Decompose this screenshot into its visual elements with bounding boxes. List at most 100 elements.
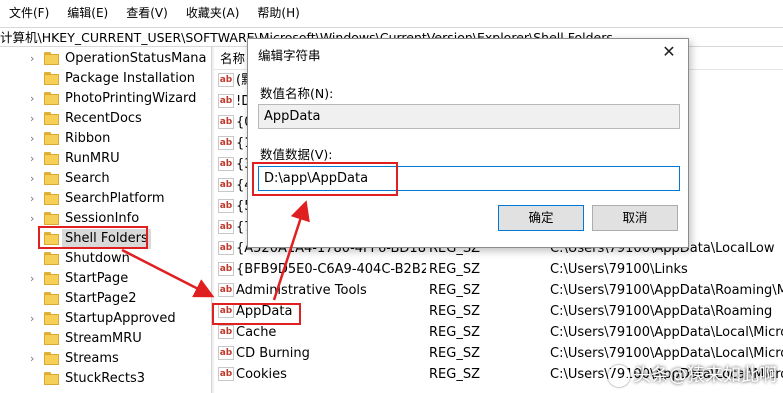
menu-bar: 文件(F) 编辑(E) 查看(V) 收藏夹(A) 帮助(H) (0, 0, 783, 27)
string-value-icon: ab (218, 304, 234, 318)
menu-file[interactable]: 文件(F) (0, 0, 58, 27)
tree-item[interactable]: Shutdown (0, 249, 211, 269)
tree-item[interactable]: › SearchPlatform (0, 189, 211, 209)
value-name: Administrative Tools (236, 283, 367, 298)
value-name: Cache (236, 325, 277, 340)
tree-item[interactable]: › PhotoPrintingWizard (0, 89, 211, 109)
string-value-icon: ab (218, 136, 234, 150)
tree-item-label: Package Installation (65, 71, 196, 86)
folder-icon (44, 132, 59, 145)
menu-edit[interactable]: 编辑(E) (58, 0, 117, 27)
string-value-icon: ab (218, 346, 234, 360)
tree-item[interactable]: › StartPage (0, 269, 211, 289)
tree-item-label: OperationStatusMana (65, 51, 207, 66)
watermark-text: 头条@猿来如此啊 (633, 365, 777, 386)
chevron-right-icon[interactable]: › (30, 273, 40, 285)
folder-icon (44, 152, 59, 165)
folder-icon (44, 352, 59, 365)
value-data: C:\Users\79100\AppData\Local\Microso (550, 325, 783, 340)
ok-button[interactable]: 确定 (498, 205, 584, 231)
list-row[interactable]: ab AppData REG_SZ C:\Users\79100\AppData\Ro… (214, 301, 783, 322)
chevron-right-icon[interactable]: › (30, 193, 40, 205)
value-name: {BFB9D5E0-C6A9-404C-B2B2-... (236, 262, 426, 277)
chevron-right-icon[interactable]: › (30, 153, 40, 165)
chevron-right-icon[interactable]: › (30, 353, 40, 365)
tree-item-label: StartPage2 (65, 291, 137, 306)
tree-item[interactable]: Shell Folders (0, 229, 211, 249)
chevron-right-icon[interactable]: › (30, 313, 40, 325)
watermark-logo-icon (608, 365, 630, 387)
string-value-icon: ab (218, 325, 234, 339)
value-name: CD Burning (236, 346, 310, 361)
folder-icon (44, 192, 59, 205)
tree-item-label: Streams (65, 351, 119, 366)
string-value-icon: ab (218, 199, 234, 213)
folder-icon (44, 232, 59, 245)
menu-view[interactable]: 查看(V) (117, 0, 177, 27)
value-data-label: 数值数据(V): (260, 147, 333, 162)
tree-item[interactable]: › RecentDocs (0, 109, 211, 129)
list-row[interactable]: ab Cache REG_SZ C:\Users\79100\AppData\Loca… (214, 322, 783, 343)
edit-string-dialog: 编辑字符串 ✕ 数值名称(N): AppData 数值数据(V): D:\app… (247, 38, 689, 248)
tree-item[interactable]: › SessionInfo (0, 209, 211, 229)
column-header-name[interactable]: 名称 (220, 47, 245, 70)
value-data: C:\Users\79100\Links (550, 262, 688, 277)
folder-icon (44, 372, 59, 385)
folder-icon (44, 252, 59, 265)
tree-item-label: SearchPlatform (65, 191, 165, 206)
tree-item-label: Ribbon (65, 131, 111, 146)
registry-tree: › OperationStatusMana Package Installation… (0, 47, 211, 393)
value-type: REG_SZ (429, 346, 480, 361)
string-value-icon: ab (218, 241, 234, 255)
close-icon[interactable]: ✕ (658, 41, 680, 63)
tree-item[interactable]: StreamMRU (0, 329, 211, 349)
value-data: C:\Users\79100\AppData\Roaming\Micr (550, 283, 783, 298)
value-data-input[interactable]: D:\app\AppData (258, 166, 680, 191)
folder-icon (44, 92, 59, 105)
value-name: Cookies (236, 367, 287, 382)
chevron-right-icon[interactable]: › (30, 53, 40, 65)
value-type: REG_SZ (429, 283, 480, 298)
cancel-button[interactable]: 取消 (592, 205, 678, 231)
watermark: 头条@猿来如此啊 (608, 361, 777, 387)
chevron-right-icon[interactable]: › (30, 213, 40, 225)
tree-item[interactable]: › Streams (0, 349, 211, 369)
tree-item[interactable]: › Ribbon (0, 129, 211, 149)
tree-item-label: Shell Folders (62, 229, 151, 249)
value-name-label: 数值名称(N): (260, 86, 334, 101)
tree-item-label: StartPage (65, 271, 129, 286)
value-name: AppData (236, 304, 293, 319)
string-value-icon: ab (218, 73, 234, 87)
tree-item[interactable]: StartPage2 (0, 289, 211, 309)
dialog-title: 编辑字符串 (258, 48, 321, 63)
tree-item-label: SessionInfo (65, 211, 140, 226)
string-value-icon: ab (218, 178, 234, 192)
tree-item[interactable]: › OperationStatusMana (0, 49, 211, 69)
folder-icon (44, 312, 59, 325)
tree-item[interactable]: StuckRects3 (0, 369, 211, 389)
tree-item[interactable]: › StartupApproved (0, 309, 211, 329)
list-row[interactable]: ab Administrative Tools REG_SZ C:\Users\791… (214, 280, 783, 301)
chevron-right-icon[interactable]: › (30, 173, 40, 185)
tree-item-label: PhotoPrintingWizard (65, 91, 197, 106)
string-value-icon: ab (218, 367, 234, 381)
folder-icon (44, 272, 59, 285)
string-value-icon: ab (218, 157, 234, 171)
menu-favorites[interactable]: 收藏夹(A) (177, 0, 249, 27)
tree-item-label: RecentDocs (65, 111, 142, 126)
tree-item[interactable]: › Search (0, 169, 211, 189)
folder-icon (44, 52, 59, 65)
chevron-right-icon[interactable]: › (30, 113, 40, 125)
folder-icon (44, 172, 59, 185)
folder-icon (44, 212, 59, 225)
menu-help[interactable]: 帮助(H) (248, 0, 308, 27)
tree-item[interactable]: › RunMRU (0, 149, 211, 169)
value-type: REG_SZ (429, 304, 480, 319)
folder-icon (44, 112, 59, 125)
folder-icon (44, 332, 59, 345)
list-row[interactable]: ab {BFB9D5E0-C6A9-404C-B2B2-... REG_SZ C:\U… (214, 259, 783, 280)
chevron-right-icon[interactable]: › (30, 133, 40, 145)
value-name-field: AppData (258, 104, 680, 129)
tree-item[interactable]: Package Installation (0, 69, 211, 89)
chevron-right-icon[interactable]: › (30, 93, 40, 105)
